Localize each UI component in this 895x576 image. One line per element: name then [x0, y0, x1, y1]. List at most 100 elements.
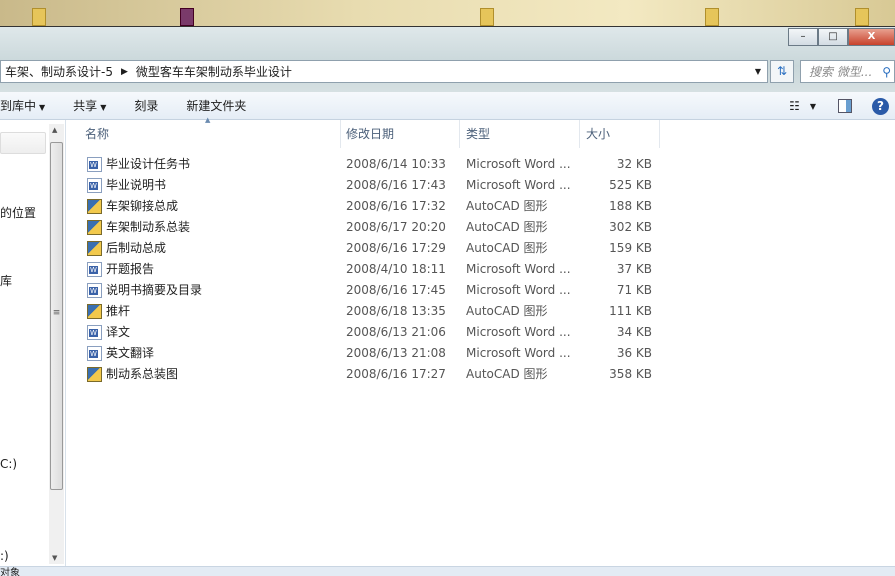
file-date: 2008/6/16 17:43 [346, 178, 446, 192]
file-name: 制动系总装图 [106, 367, 179, 381]
column-header-date[interactable]: 修改日期 [340, 120, 460, 148]
nav-item[interactable]: 库 [0, 272, 12, 289]
file-date: 2008/6/18 13:35 [346, 304, 446, 318]
autocad-drawing-icon [87, 241, 102, 256]
file-row[interactable]: 毕业说明书 2008/6/16 17:43 Microsoft Word ...… [67, 175, 667, 196]
column-headers: ▲ 名称 修改日期 类型 大小 [67, 116, 667, 148]
file-size: 159 KB [609, 241, 652, 255]
include-library-button[interactable]: 到库中 ▼ [0, 97, 45, 114]
share-button[interactable]: 共享 ▼ [73, 97, 106, 114]
desktop-folder-icon[interactable] [855, 8, 869, 26]
minimize-button[interactable]: – [788, 28, 818, 46]
chevron-down-icon[interactable]: ▼ [810, 102, 816, 111]
file-date: 2008/6/13 21:06 [346, 325, 446, 339]
nav-item[interactable]: :) [0, 549, 9, 563]
file-type: Microsoft Word ... [466, 178, 571, 192]
nav-item-selected[interactable] [0, 132, 46, 154]
scrollbar-thumb[interactable]: ≡ [50, 142, 63, 490]
file-row[interactable]: 开题报告 2008/4/10 18:11 Microsoft Word ... … [67, 259, 667, 280]
file-row[interactable]: 说明书摘要及目录 2008/6/16 17:45 Microsoft Word … [67, 280, 667, 301]
nav-item[interactable]: 的位置 [0, 204, 36, 221]
word-document-icon [87, 325, 102, 340]
file-row[interactable]: 英文翻译 2008/6/13 21:08 Microsoft Word ... … [67, 343, 667, 364]
file-row[interactable]: 推杆 2008/6/18 13:35 AutoCAD 图形 111 KB [67, 301, 667, 322]
file-size: 32 KB [616, 157, 652, 171]
file-type: AutoCAD 图形 [466, 220, 548, 234]
file-row[interactable]: 后制动总成 2008/6/16 17:29 AutoCAD 图形 159 KB [67, 238, 667, 259]
file-row[interactable]: 车架制动系总装 2008/6/17 20:20 AutoCAD 图形 302 K… [67, 217, 667, 238]
desktop-folder-icon[interactable] [705, 8, 719, 26]
file-name: 车架铆接总成 [106, 199, 179, 213]
word-document-icon [87, 346, 102, 361]
file-type: AutoCAD 图形 [466, 199, 548, 213]
view-options-icon[interactable]: ☷ [789, 99, 800, 113]
address-bar[interactable]: 车架、制动系设计-5 ▶ 微型客车车架制动系毕业设计 ▼ [0, 60, 768, 83]
file-row[interactable]: 毕业设计任务书 2008/6/14 10:33 Microsoft Word .… [67, 154, 667, 175]
preview-pane-icon[interactable] [838, 99, 852, 113]
file-size: 358 KB [609, 367, 652, 381]
autocad-drawing-icon [87, 220, 102, 235]
desktop-folder-icon[interactable] [32, 8, 46, 26]
file-name: 说明书摘要及目录 [106, 283, 203, 297]
window-titlebar: – □ X 车架、制动系设计-5 ▶ 微型客车车架制动系毕业设计 ▼ ⇅ 搜索 … [0, 26, 895, 92]
autocad-drawing-icon [87, 304, 102, 319]
desktop-folder-icon[interactable] [480, 8, 494, 26]
file-name: 推杆 [106, 304, 131, 318]
word-document-icon [87, 157, 102, 172]
scroll-up-icon[interactable]: ▲ [52, 126, 57, 134]
file-type: Microsoft Word ... [466, 325, 571, 339]
burn-button[interactable]: 刻录 [134, 97, 158, 114]
breadcrumb-item[interactable]: 微型客车车架制动系毕业设计 [136, 63, 292, 80]
file-type: AutoCAD 图形 [466, 241, 548, 255]
search-input[interactable]: 搜索 微型... ⚲ [800, 60, 895, 83]
chevron-down-icon: ▼ [100, 103, 107, 112]
file-type: AutoCAD 图形 [466, 367, 548, 381]
autocad-drawing-icon [87, 367, 102, 382]
file-date: 2008/6/16 17:32 [346, 199, 446, 213]
breadcrumb-item[interactable]: 车架、制动系设计-5 [5, 63, 113, 80]
share-label: 共享 [73, 99, 98, 113]
breadcrumb-separator-icon[interactable]: ▶ [121, 67, 128, 77]
desktop-archive-icon[interactable] [180, 8, 194, 26]
status-bar: 对象 [0, 566, 895, 576]
file-size: 302 KB [609, 220, 652, 234]
desktop-background [0, 0, 895, 26]
file-type: Microsoft Word ... [466, 157, 571, 171]
nav-scrollbar[interactable]: ▲ ≡ ▼ [49, 124, 64, 564]
file-type: Microsoft Word ... [466, 262, 571, 276]
file-date: 2008/6/16 17:27 [346, 367, 446, 381]
new-folder-button[interactable]: 新建文件夹 [186, 97, 246, 114]
file-date: 2008/6/16 17:45 [346, 283, 446, 297]
file-type: Microsoft Word ... [466, 346, 571, 360]
file-size: 37 KB [616, 262, 652, 276]
file-type: Microsoft Word ... [466, 283, 571, 297]
file-name: 开题报告 [106, 262, 155, 276]
file-size: 188 KB [609, 199, 652, 213]
file-date: 2008/6/14 10:33 [346, 157, 446, 171]
command-bar: 到库中 ▼ 共享 ▼ 刻录 新建文件夹 ☷ ▼ ? [0, 92, 895, 120]
maximize-button[interactable]: □ [818, 28, 848, 46]
file-name: 英文翻译 [106, 346, 155, 360]
column-header-name[interactable]: 名称 [79, 120, 341, 148]
scroll-down-icon[interactable]: ▼ [52, 554, 57, 562]
chevron-down-icon: ▼ [39, 103, 46, 112]
file-row[interactable]: 车架铆接总成 2008/6/16 17:32 AutoCAD 图形 188 KB [67, 196, 667, 217]
file-date: 2008/6/17 20:20 [346, 220, 446, 234]
help-icon[interactable]: ? [872, 97, 889, 115]
file-size: 111 KB [609, 304, 652, 318]
file-row[interactable]: 制动系总装图 2008/6/16 17:27 AutoCAD 图形 358 KB [67, 364, 667, 385]
nav-item[interactable]: C:) [0, 457, 17, 471]
chevron-down-icon[interactable]: ▼ [755, 67, 761, 76]
navigation-pane: 的位置 库 C:) :) ▲ ≡ ▼ [0, 120, 66, 566]
close-button[interactable]: X [848, 28, 895, 46]
refresh-button[interactable]: ⇅ [770, 60, 794, 83]
file-type: AutoCAD 图形 [466, 304, 548, 318]
word-document-icon [87, 283, 102, 298]
file-name: 毕业说明书 [106, 178, 167, 192]
column-header-type[interactable]: 类型 [460, 120, 580, 148]
file-row[interactable]: 译文 2008/6/13 21:06 Microsoft Word ... 34… [67, 322, 667, 343]
column-header-size[interactable]: 大小 [580, 120, 660, 148]
search-icon[interactable]: ⚲ [882, 65, 891, 79]
word-document-icon [87, 178, 102, 193]
word-document-icon [87, 262, 102, 277]
